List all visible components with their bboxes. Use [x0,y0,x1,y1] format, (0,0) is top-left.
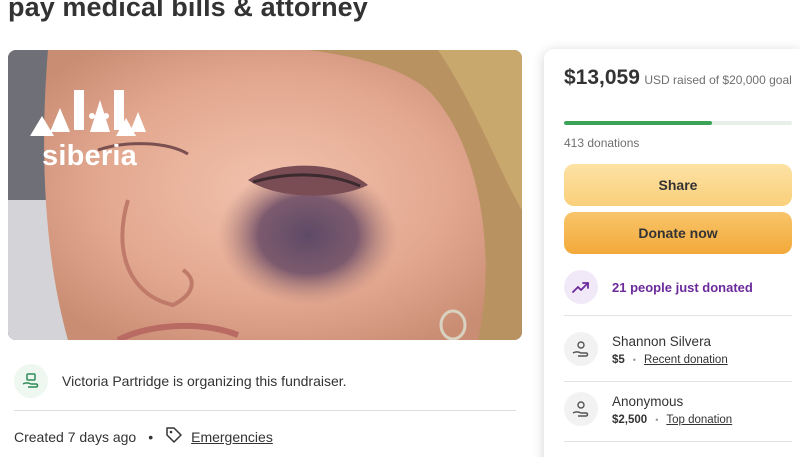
page-title: pay medical bills & attorney [8,0,368,22]
amount-raised: $13,059 [564,66,640,89]
gift-hands-icon [14,364,48,398]
donations-count: 413 donations [564,136,640,150]
fundraiser-meta: Created 7 days ago • Emergencies [14,426,273,447]
recent-donation-link[interactable]: Recent donation [644,354,728,366]
fundraiser-hero-image: siberia [8,50,522,340]
donor-row: Anonymous $2,500 • Top donation [564,387,792,431]
donor-amount: $5 [612,353,625,366]
donor-name: Anonymous [612,393,684,409]
top-donation-link[interactable]: Top donation [666,414,732,426]
siberia-logo-icon [30,86,150,142]
recent-donations-trend[interactable]: 21 people just donated [564,269,792,305]
organizer-text: Victoria Partridge is organizing this fu… [62,373,347,389]
donor-row: Shannon Silvera $5 • Recent donation [564,327,792,371]
trend-text: 21 people just donated [612,279,753,295]
donor-separator: • [655,414,659,425]
organizer-row: Victoria Partridge is organizing this fu… [14,362,516,400]
siberia-logo-text: siberia [42,140,137,172]
created-date: Created 7 days ago [14,428,137,445]
donation-panel: $13,059 USD raised of $20,000 goal 413 d… [544,49,800,457]
amount-raised-line: $13,059 USD raised of $20,000 goal [564,66,794,89]
tag-icon [165,426,183,447]
goal-progress-fill [564,121,713,125]
donor-hands-icon [564,392,598,426]
divider [564,381,792,382]
meta-separator: • [148,428,154,445]
share-button[interactable]: Share [564,164,792,206]
trend-up-icon [564,270,598,304]
goal-progress-bar [564,121,792,125]
divider [14,410,516,411]
category-link[interactable]: Emergencies [191,429,273,445]
divider [564,441,792,442]
donate-now-button[interactable]: Donate now [564,212,792,254]
donor-name: Shannon Silvera [612,333,712,349]
raised-goal-text: USD raised of $20,000 goal [644,73,792,87]
donor-hands-icon [564,332,598,366]
donor-amount: $2,500 [612,413,648,426]
divider [564,315,792,316]
donor-separator: • [632,354,636,365]
